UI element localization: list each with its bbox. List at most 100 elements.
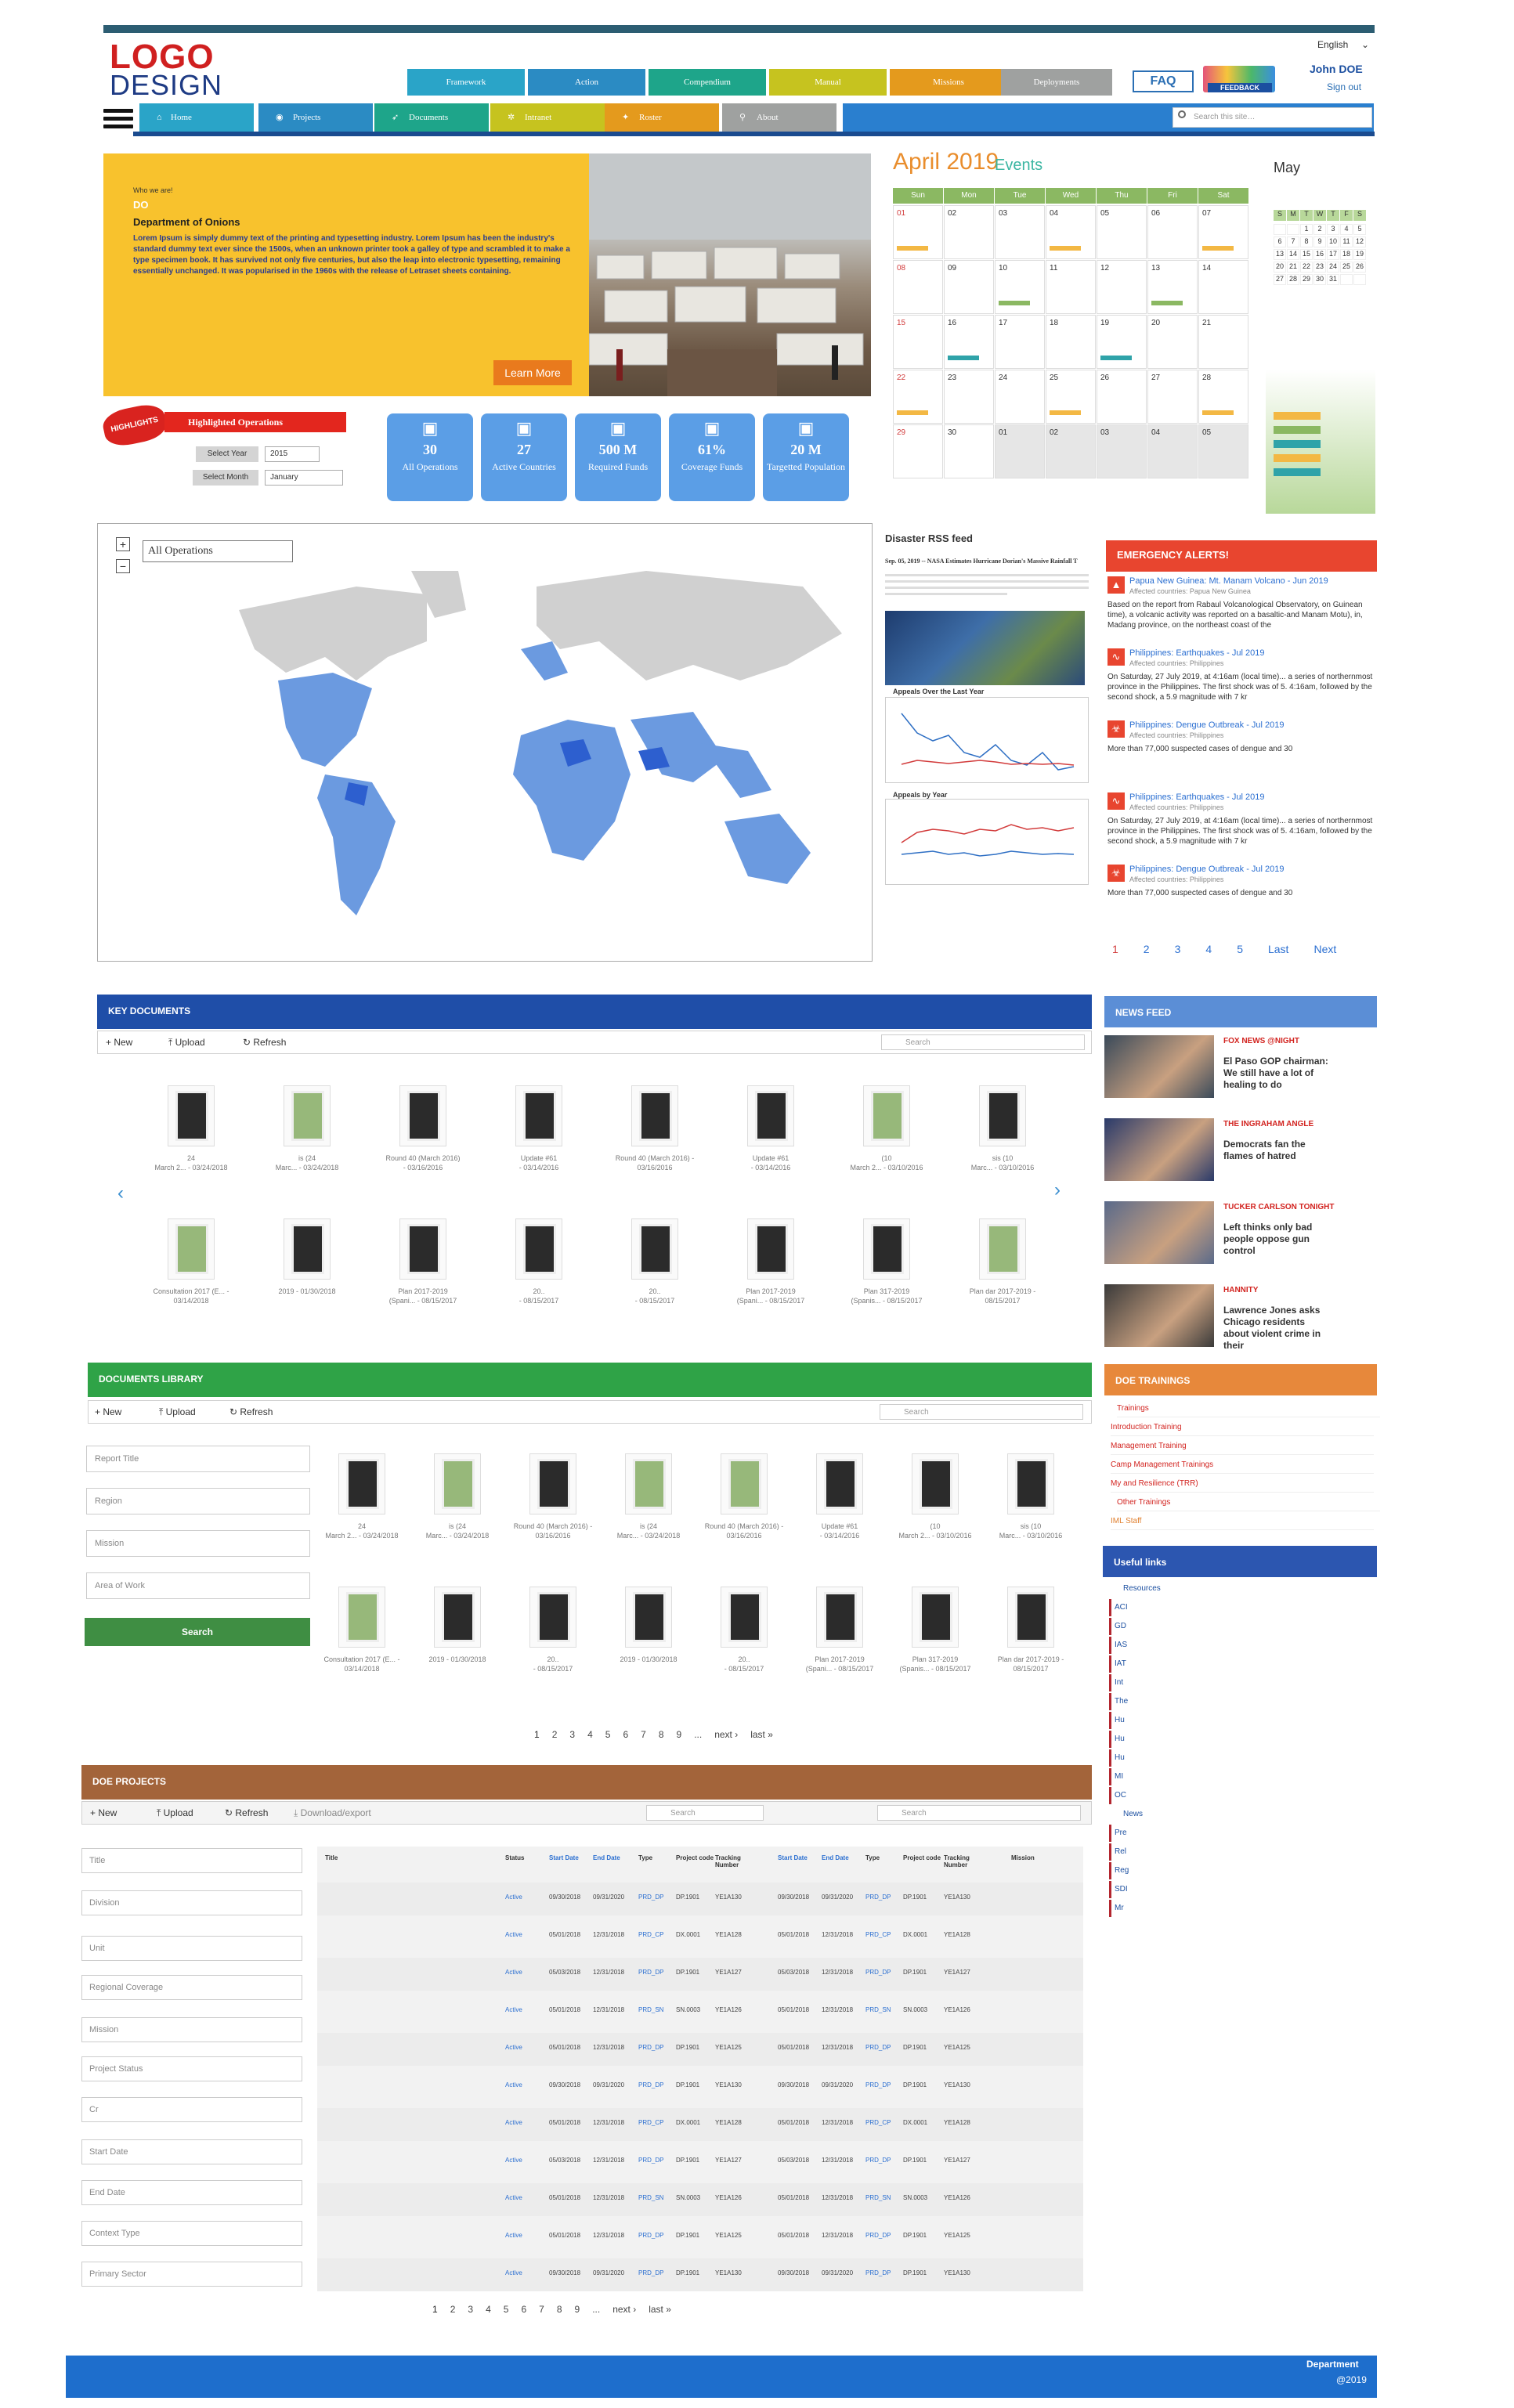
useful-link[interactable]: Hu xyxy=(1109,1731,1375,1748)
page-link[interactable]: 9 xyxy=(677,1729,682,1740)
new-button[interactable]: + New xyxy=(106,1037,132,1048)
training-link[interactable]: Other Trainings xyxy=(1117,1494,1380,1511)
event-marker[interactable] xyxy=(897,410,928,415)
nav-tab-documents[interactable]: ➶ Documents xyxy=(374,103,489,132)
mini-date[interactable]: 18 xyxy=(1340,249,1353,260)
document-name[interactable]: Round 40 (March 2016) - xyxy=(600,1154,710,1162)
month-select[interactable]: January xyxy=(265,470,343,486)
training-link[interactable]: Camp Management Trainings xyxy=(1111,1457,1374,1474)
mini-date[interactable]: 27 xyxy=(1274,274,1286,285)
mini-date[interactable]: 28 xyxy=(1287,274,1299,285)
calendar-cell[interactable]: 27 xyxy=(1147,370,1198,424)
event-marker[interactable] xyxy=(1050,246,1081,251)
mini-event-marker[interactable] xyxy=(1274,454,1321,462)
page-link[interactable]: 1 xyxy=(534,1729,540,1740)
faq-button[interactable]: FAQ xyxy=(1133,70,1194,92)
useful-link[interactable]: News xyxy=(1120,1806,1214,1823)
next-arrow-icon[interactable]: › xyxy=(1054,1179,1061,1201)
document-thumbnail[interactable] xyxy=(747,1218,794,1280)
content-tab-framework[interactable]: Framework xyxy=(407,69,525,96)
nav-tab-roster[interactable]: ✦ Roster xyxy=(605,103,719,132)
calendar-cell[interactable]: 10 xyxy=(995,260,1045,314)
alert-title[interactable]: Philippines: Earthquakes - Jul 2019 xyxy=(1129,792,1372,802)
page-link[interactable]: 8 xyxy=(557,2304,562,2315)
projects-search-1[interactable]: Search xyxy=(646,1805,764,1821)
calendar-cell[interactable]: 04 xyxy=(1147,424,1198,478)
page-link[interactable]: last » xyxy=(750,1729,773,1740)
document-name[interactable]: sis (10 xyxy=(976,1522,1086,1530)
mini-date[interactable]: 26 xyxy=(1353,262,1366,273)
page-link[interactable]: 5 xyxy=(605,1729,611,1740)
mini-date[interactable] xyxy=(1287,224,1299,235)
document-name[interactable]: Plan 317-2019 xyxy=(832,1287,941,1295)
document-thumbnail[interactable] xyxy=(863,1085,910,1146)
document-name[interactable]: sis (10 xyxy=(948,1154,1057,1162)
mini-date[interactable]: 21 xyxy=(1287,262,1299,273)
page-link[interactable]: 2 xyxy=(1140,943,1153,955)
document-name[interactable]: 2019 - 01/30/2018 xyxy=(252,1287,362,1295)
document-thumbnail[interactable] xyxy=(912,1453,959,1514)
mini-date[interactable]: 6 xyxy=(1274,236,1286,247)
mini-date[interactable]: 4 xyxy=(1340,224,1353,235)
calendar-cell[interactable]: 28 xyxy=(1198,370,1248,424)
mini-event-marker[interactable] xyxy=(1274,468,1321,476)
calendar-cell[interactable]: 15 xyxy=(893,315,943,369)
useful-link[interactable]: Rel xyxy=(1109,1843,1375,1861)
document-thumbnail[interactable] xyxy=(434,1587,481,1648)
calendar-cell[interactable]: 26 xyxy=(1097,370,1147,424)
document-thumbnail[interactable] xyxy=(284,1085,331,1146)
signout-link[interactable]: Sign out xyxy=(1327,81,1361,92)
mini-date[interactable]: 3 xyxy=(1327,224,1339,235)
mini-date[interactable]: 24 xyxy=(1327,262,1339,273)
refresh-button[interactable]: ↻ Refresh xyxy=(243,1037,286,1048)
mini-date[interactable]: 15 xyxy=(1300,249,1313,260)
document-name[interactable]: 20.. xyxy=(484,1287,594,1295)
projects-new-button[interactable]: + New xyxy=(90,1807,117,1818)
calendar-cell[interactable]: 11 xyxy=(1046,260,1096,314)
calendar-cell[interactable]: 23 xyxy=(944,370,994,424)
training-link[interactable]: IML Staff xyxy=(1111,1513,1374,1530)
page-link[interactable]: ... xyxy=(592,2304,600,2315)
training-link[interactable]: My and Resilience (TRR) xyxy=(1111,1475,1374,1493)
library-refresh-button[interactable]: ↻ Refresh xyxy=(229,1406,273,1417)
calendar-cell[interactable]: 30 xyxy=(944,424,994,478)
event-marker[interactable] xyxy=(1151,301,1183,305)
library-search-button[interactable]: Search xyxy=(85,1618,310,1646)
event-marker[interactable] xyxy=(999,301,1030,305)
mini-date[interactable]: 9 xyxy=(1313,236,1326,247)
document-thumbnail[interactable] xyxy=(721,1453,768,1514)
user-name[interactable]: John DOE xyxy=(1310,63,1363,75)
page-link[interactable]: 4 xyxy=(1202,943,1215,955)
document-name[interactable]: is (24 xyxy=(252,1154,362,1162)
document-name[interactable]: Consultation 2017 (E... - xyxy=(136,1287,246,1295)
projects-upload-button[interactable]: ⤒ Upload xyxy=(157,1807,193,1819)
mini-date[interactable]: 29 xyxy=(1300,274,1313,285)
alert-title[interactable]: Philippines: Dengue Outbreak - Jul 2019 xyxy=(1129,865,1372,874)
nav-tab-projects[interactable]: ◉ Projects xyxy=(258,103,373,132)
mini-event-marker[interactable] xyxy=(1274,440,1321,448)
language-select[interactable]: English xyxy=(1317,39,1348,50)
calendar-cell[interactable]: 25 xyxy=(1046,370,1096,424)
useful-link[interactable]: IAS xyxy=(1109,1637,1375,1654)
project-filter-start-date[interactable]: Start Date xyxy=(81,2139,302,2164)
page-link[interactable]: 1 xyxy=(1109,943,1122,955)
document-name[interactable]: 24 xyxy=(307,1522,417,1530)
document-thumbnail[interactable] xyxy=(515,1085,562,1146)
year-select[interactable]: 2015 xyxy=(265,446,320,462)
page-link[interactable]: 8 xyxy=(659,1729,664,1740)
mini-event-marker[interactable] xyxy=(1274,412,1321,420)
document-name[interactable]: Update #61 xyxy=(716,1154,826,1162)
page-link[interactable]: 3 xyxy=(1172,943,1184,955)
document-name[interactable]: (10 xyxy=(832,1154,941,1162)
event-marker[interactable] xyxy=(1202,246,1234,251)
news-headline[interactable]: El Paso GOP chairman: We still have a lo… xyxy=(1223,1056,1333,1091)
mini-date[interactable]: 8 xyxy=(1300,236,1313,247)
key-docs-search[interactable]: Search xyxy=(881,1034,1085,1050)
mini-date[interactable]: 11 xyxy=(1340,236,1353,247)
document-thumbnail[interactable] xyxy=(1007,1453,1054,1514)
calendar-cell[interactable]: 06 xyxy=(1147,205,1198,259)
project-filter-title[interactable]: Title xyxy=(81,1848,302,1873)
mini-date[interactable]: 19 xyxy=(1353,249,1366,260)
document-name[interactable]: (10 xyxy=(880,1522,990,1530)
mini-date[interactable]: 20 xyxy=(1274,262,1286,273)
